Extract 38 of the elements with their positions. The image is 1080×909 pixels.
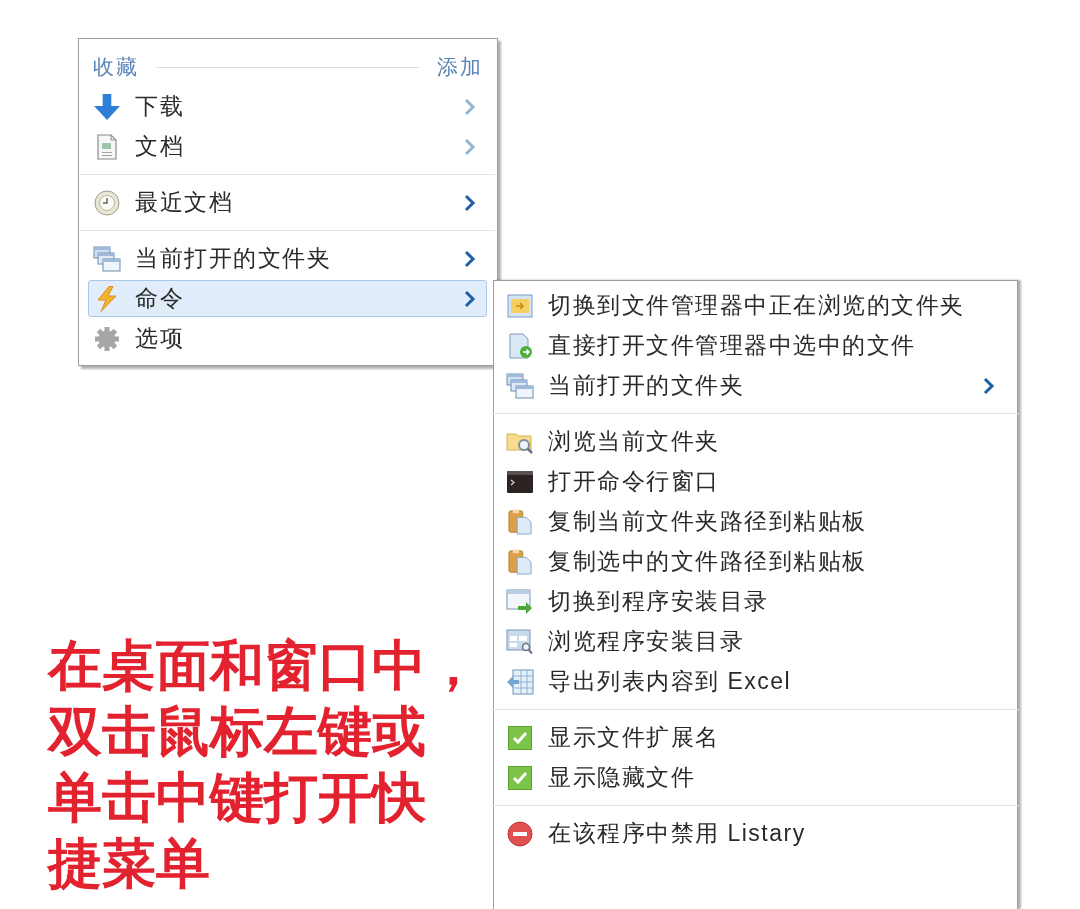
menu-item[interactable]: 直接打开文件管理器中选中的文件 bbox=[500, 327, 1011, 364]
menu-item[interactable]: 浏览当前文件夹 bbox=[500, 423, 1011, 460]
menu-item[interactable]: 导出列表内容到 Excel bbox=[500, 663, 1011, 700]
clipboard-icon bbox=[508, 508, 532, 535]
window-arrow-icon bbox=[506, 588, 534, 615]
window-magnifier-icon bbox=[506, 628, 534, 655]
menu-item[interactable]: 选项 bbox=[88, 320, 487, 357]
windows-stack-icon bbox=[506, 372, 534, 399]
clock-icon bbox=[94, 189, 120, 216]
window-folder-icon bbox=[507, 293, 533, 318]
menu-item[interactable]: 在该程序中禁用 Listary bbox=[500, 815, 1011, 852]
document-icon bbox=[97, 133, 117, 160]
menu-item[interactable]: 显示隐藏文件 bbox=[500, 759, 1011, 796]
add-link[interactable]: 添加 bbox=[437, 51, 482, 83]
section-title: 收藏 bbox=[93, 54, 138, 81]
menu-item[interactable]: 打开命令行窗口 bbox=[500, 463, 1011, 500]
terminal-icon bbox=[507, 470, 533, 493]
menu-item[interactable]: 复制当前文件夹路径到粘贴板 bbox=[500, 503, 1011, 540]
document-arrow-icon bbox=[507, 332, 533, 359]
windows-stack-icon bbox=[93, 245, 121, 272]
menu-item[interactable]: 显示文件扩展名 bbox=[500, 719, 1011, 756]
menu-item[interactable]: 命令 bbox=[88, 280, 487, 317]
menu-item[interactable]: 最近文档 bbox=[88, 184, 487, 221]
menu-item[interactable]: 当前打开的文件夹 bbox=[500, 367, 1011, 404]
menu-item[interactable]: 下载 bbox=[88, 88, 487, 125]
menu-item[interactable]: 当前打开的文件夹 bbox=[88, 240, 487, 277]
menu-item[interactable]: 浏览程序安装目录 bbox=[500, 623, 1011, 660]
menu-item[interactable]: 复制选中的文件路径到粘贴板 bbox=[500, 543, 1011, 580]
caption-text: 在桌面和窗口中， 双击鼠标左键或 单击中键打开快 捷菜单 bbox=[48, 634, 480, 895]
clipboard-icon bbox=[508, 548, 532, 575]
no-entry-icon bbox=[507, 820, 533, 847]
menu-item[interactable]: 切换到程序安装目录 bbox=[500, 583, 1011, 620]
lightning-icon bbox=[95, 285, 119, 312]
table-export-icon bbox=[506, 668, 534, 695]
menu-item[interactable]: 文档 bbox=[88, 128, 487, 165]
gear-icon bbox=[94, 325, 120, 352]
down-arrow-icon bbox=[93, 92, 121, 121]
menu-item[interactable]: 切换到文件管理器中正在浏览的文件夹 bbox=[500, 287, 1011, 324]
